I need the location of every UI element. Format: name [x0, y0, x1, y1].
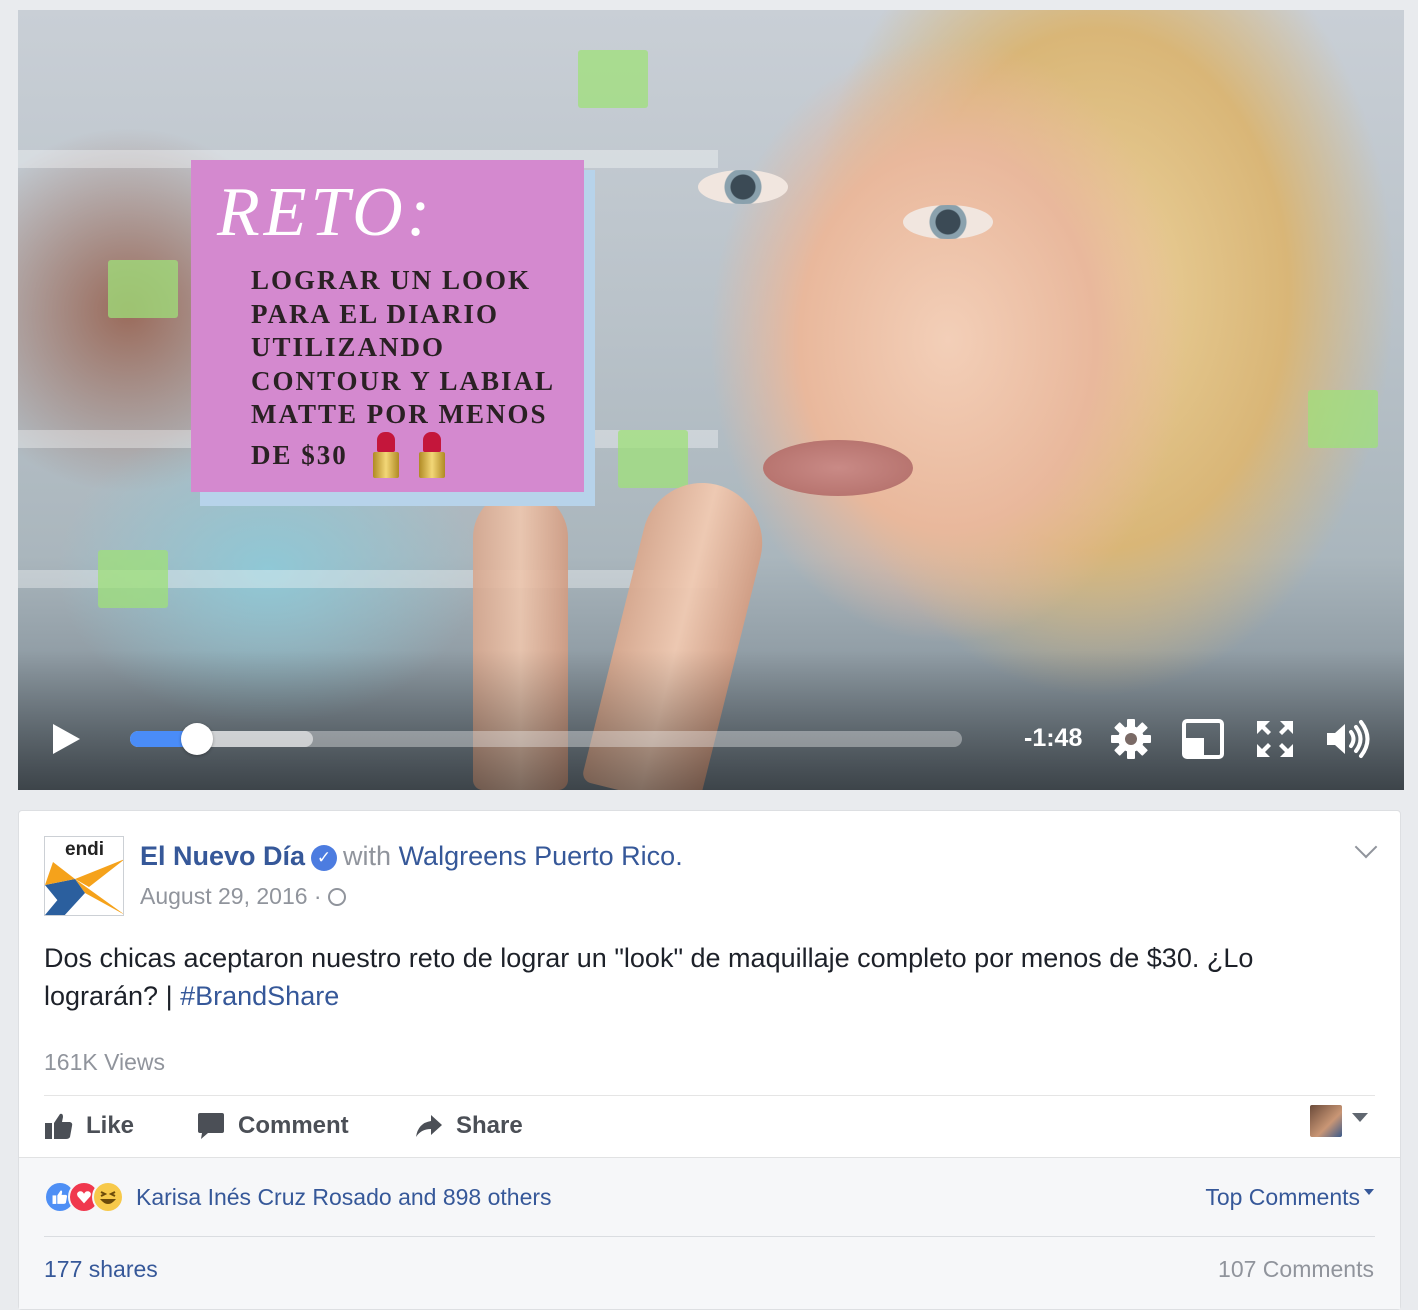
post-card: endi El Nuevo Día ✓ with Walgreens Puerto … [18, 810, 1401, 1310]
video-frame-eye [903, 205, 993, 239]
post-footer: Karisa Inés Cruz Rosado and 898 others T… [19, 1157, 1400, 1309]
top-comments-dropdown[interactable]: Top Comments [1205, 1184, 1374, 1211]
thumbs-up-icon [45, 1113, 73, 1139]
shelf-tag-decor [578, 50, 648, 108]
play-icon[interactable] [53, 724, 80, 754]
overlay-line: UTILIZANDO [251, 332, 446, 362]
video-controls-bar: -1:48 [18, 710, 1404, 770]
divider [44, 1236, 1375, 1237]
overlay-line: LOGRAR UN LOOK [251, 265, 532, 295]
share-arrow-icon [416, 1115, 442, 1137]
reactions-summary[interactable]: Karisa Inés Cruz Rosado and 898 others [44, 1180, 552, 1214]
challenge-overlay-card: RETO: LOGRAR UN LOOK PARA EL DIARIO UTIL… [191, 160, 584, 492]
page-avatar[interactable]: endi [44, 836, 124, 916]
video-frame-eye [698, 170, 788, 204]
like-label: Like [86, 1112, 135, 1139]
post-options-chevron-icon[interactable] [1354, 835, 1378, 859]
overlay-line: MATTE POR MENOS [251, 399, 548, 429]
overlay-line: DE $30 [251, 439, 348, 470]
like-button[interactable]: Like [44, 1107, 134, 1145]
shelf-tag-decor [618, 430, 688, 488]
overlay-line: PARA EL DIARIO [251, 298, 500, 329]
post-header: El Nuevo Día ✓ with Walgreens Puerto Rico. [140, 841, 683, 872]
post-text: Dos chicas aceptaron nuestro reto de log… [44, 939, 1364, 1015]
with-label: with [343, 841, 392, 871]
comment-label: Comment [238, 1112, 349, 1139]
public-globe-icon [327, 888, 346, 906]
viewer-avatar[interactable] [1310, 1105, 1342, 1137]
verified-badge-icon: ✓ [311, 845, 338, 871]
shelf-tag-decor [98, 550, 168, 608]
volume-icon[interactable] [1324, 718, 1374, 765]
hashtag-link[interactable]: #BrandShare [180, 981, 339, 1011]
comment-bubble-icon [198, 1113, 224, 1139]
comment-button[interactable]: Comment [196, 1107, 349, 1145]
time-remaining: -1:48 [1024, 724, 1083, 752]
post-date-link[interactable]: August 29, 2016 · [140, 883, 322, 909]
video-frame-lips [763, 440, 913, 496]
post-as-caret-icon[interactable] [1352, 1113, 1368, 1122]
scrubber-handle[interactable] [180, 723, 213, 755]
page-name-link[interactable]: El Nuevo Día [140, 841, 305, 871]
caret-down-icon [1364, 1189, 1374, 1195]
top-comments-label: Top Comments [1205, 1184, 1360, 1210]
shares-count-link[interactable]: 177 shares [44, 1256, 158, 1283]
overlay-line-with-emoji: DE $30 [251, 431, 558, 478]
progress-track[interactable] [130, 723, 962, 755]
lipstick-icon [417, 431, 447, 478]
settings-gear-icon[interactable] [1108, 716, 1154, 767]
share-label: Share [456, 1112, 523, 1139]
overlay-title: RETO: [217, 174, 435, 251]
share-button[interactable]: Share [414, 1107, 523, 1145]
comments-count[interactable]: 107 Comments [1218, 1256, 1374, 1283]
overlay-text: LOGRAR UN LOOK PARA EL DIARIO UTILIZANDO… [251, 264, 558, 478]
endi-logo-icon [45, 859, 123, 915]
divider [44, 1095, 1375, 1096]
shelf-tag-decor [1308, 390, 1378, 448]
overlay-line: CONTOUR Y LABIAL [251, 365, 556, 396]
picture-in-picture-icon[interactable] [1181, 718, 1225, 765]
haha-reaction-icon [92, 1181, 124, 1213]
reaction-names-link[interactable]: Karisa Inés Cruz Rosado and 898 others [136, 1184, 552, 1211]
shelf-tag-decor [108, 260, 178, 318]
view-count: 161K Views [44, 1049, 166, 1075]
fullscreen-icon[interactable] [1254, 718, 1296, 765]
lipstick-icon [371, 431, 401, 478]
video-player[interactable]: RETO: LOGRAR UN LOOK PARA EL DIARIO UTIL… [18, 10, 1404, 790]
post-date-row: August 29, 2016 · [140, 883, 346, 910]
tagged-page-link[interactable]: Walgreens Puerto Rico. [399, 841, 683, 871]
